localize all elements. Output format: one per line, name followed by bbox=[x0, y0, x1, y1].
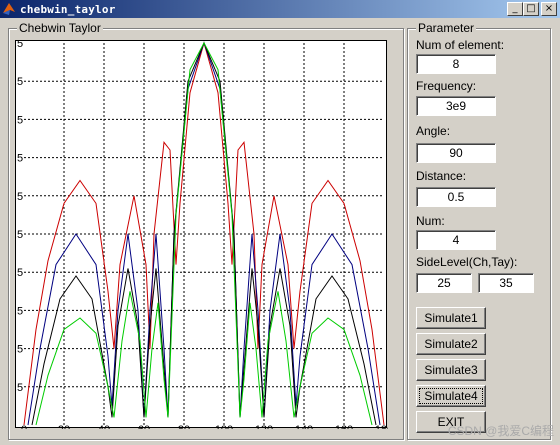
simulate2-button[interactable]: Simulate2 bbox=[416, 333, 486, 355]
y-tick-label: .5 bbox=[16, 153, 23, 165]
plot-area: 0 20 40 60 80 100 120 140 160 180 .5 .5 .5 .5 .5 .5 .5 .5… bbox=[15, 40, 388, 429]
x-tick-label: 160 bbox=[335, 424, 353, 429]
x-tick-label: 80 bbox=[178, 424, 190, 429]
x-tick-label: 180 bbox=[375, 424, 388, 429]
num-elements-input[interactable] bbox=[416, 54, 496, 74]
minimize-button[interactable]: _ bbox=[507, 2, 523, 16]
maximize-button[interactable]: □ bbox=[523, 2, 539, 16]
frequency-input[interactable] bbox=[416, 96, 496, 116]
num-elements-label: Num of element: bbox=[416, 38, 505, 52]
angle-label: Angle: bbox=[416, 124, 451, 138]
y-tick-label: .5 bbox=[16, 305, 23, 317]
parameter-panel-legend: Parameter bbox=[416, 21, 477, 35]
window-controls: _ □ × bbox=[507, 2, 557, 16]
y-tick-label: .5 bbox=[16, 229, 23, 241]
plot-panel-legend: Chebwin Taylor bbox=[17, 21, 103, 35]
pattern-chart: 0 20 40 60 80 100 120 140 160 180 .5 .5 .5 .5 .5 .5 .5 .5… bbox=[16, 41, 388, 429]
sidelevel-taylor-input[interactable] bbox=[478, 273, 534, 293]
close-button[interactable]: × bbox=[541, 2, 557, 16]
window-title: chebwin_taylor bbox=[20, 2, 116, 16]
distance-label: Distance: bbox=[416, 169, 467, 183]
watermark: CSDN @我爱C编程 bbox=[447, 424, 554, 438]
y-tick-label: .5 bbox=[16, 191, 23, 203]
x-tick-label: 140 bbox=[295, 424, 313, 429]
distance-input[interactable] bbox=[416, 187, 496, 207]
y-tick-label: .5 bbox=[16, 344, 23, 356]
y-tick-label: .5 bbox=[16, 382, 23, 394]
num-input[interactable] bbox=[416, 230, 496, 250]
x-tick-label: 0 bbox=[21, 424, 27, 429]
x-tick-label: 120 bbox=[255, 424, 273, 429]
sidelevel-chebwin-input[interactable] bbox=[416, 273, 472, 293]
x-tick-label: 100 bbox=[215, 424, 233, 429]
title-bar: chebwin_taylor _ □ × bbox=[0, 0, 560, 18]
matlab-logo-icon bbox=[3, 3, 15, 15]
simulate3-button[interactable]: Simulate3 bbox=[416, 359, 486, 381]
y-tick-label: .5 bbox=[16, 267, 23, 279]
y-tick-label: .5 bbox=[16, 76, 23, 88]
sidelevel-label: SideLevel(Ch,Tay): bbox=[416, 255, 518, 269]
num-label: Num: bbox=[416, 214, 445, 228]
y-tick-label: .5 bbox=[16, 114, 23, 126]
simulate1-button[interactable]: Simulate1 bbox=[416, 307, 486, 329]
x-tick-label: 20 bbox=[58, 424, 70, 429]
x-tick-label: 60 bbox=[138, 424, 150, 429]
x-tick-label: 40 bbox=[98, 424, 110, 429]
angle-input[interactable] bbox=[416, 143, 496, 163]
simulate4-button[interactable]: Simulate4 bbox=[416, 385, 486, 407]
frequency-label: Frequency: bbox=[416, 79, 477, 93]
y-tick-label: .5 bbox=[16, 41, 23, 50]
